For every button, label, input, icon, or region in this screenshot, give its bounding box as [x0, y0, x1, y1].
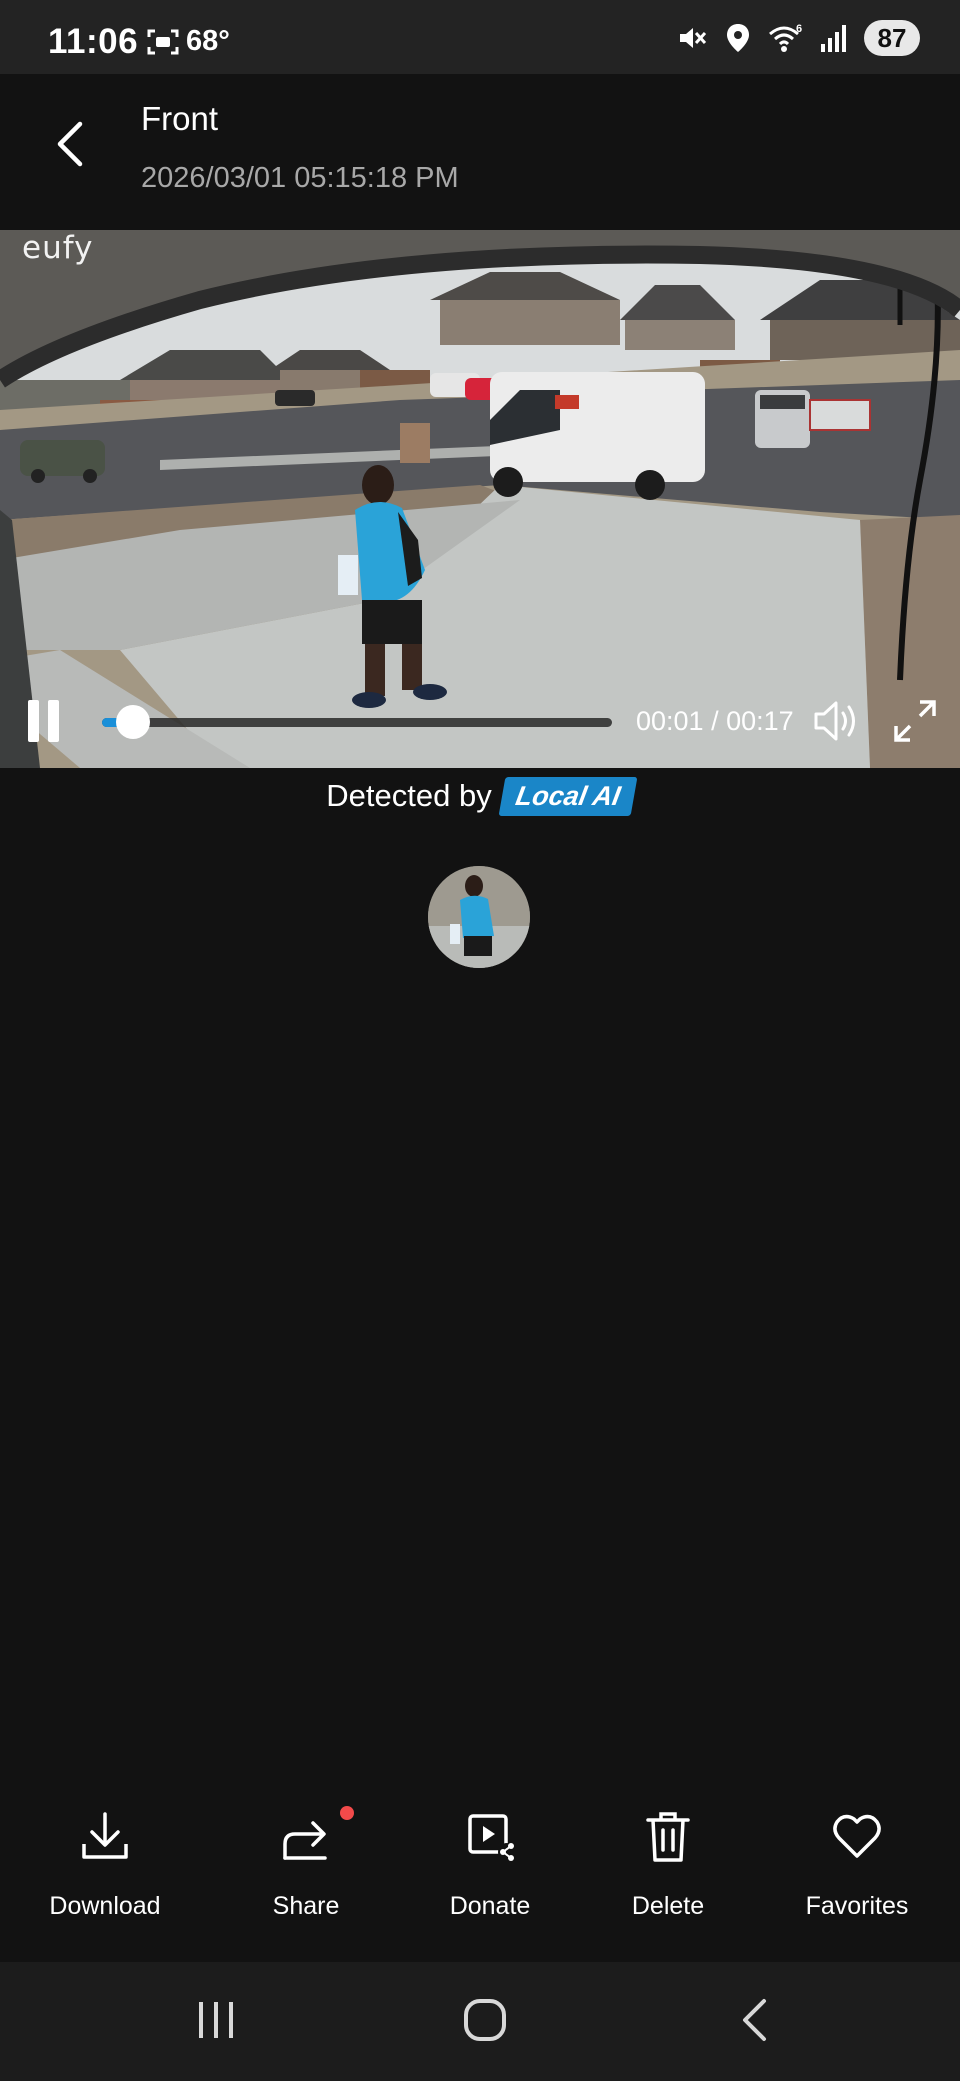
- delete-label: Delete: [631, 1892, 705, 1920]
- person-thumbnail[interactable]: [428, 866, 530, 968]
- video-frame: [0, 230, 960, 768]
- event-timestamp: 2026/03/01 05:15:18 PM: [141, 162, 459, 194]
- page-title: Front: [141, 100, 219, 137]
- favorites-button[interactable]: Favorites: [767, 1810, 947, 1930]
- donate-button[interactable]: Donate: [400, 1810, 580, 1930]
- time-readout: 00:01 / 00:17: [636, 706, 794, 736]
- header: Front 2026/03/01 05:15:18 PM: [0, 74, 960, 230]
- volume-icon[interactable]: [812, 698, 862, 744]
- eufy-watermark: eufy: [22, 230, 94, 266]
- progress-thumb[interactable]: [115, 705, 150, 739]
- notification-dot: [340, 1806, 354, 1820]
- home-icon: [464, 1999, 506, 2041]
- back-icon: [743, 1999, 766, 2041]
- progress-slider[interactable]: [102, 705, 612, 739]
- share-button[interactable]: Share: [216, 1806, 396, 1930]
- chevron-left-icon: [57, 121, 83, 167]
- svg-text:6: 6: [796, 23, 802, 35]
- download-icon: [82, 1812, 128, 1859]
- trash-icon: [646, 1812, 690, 1862]
- status-temperature: 68°: [186, 25, 230, 57]
- recent-apps-button[interactable]: [186, 1990, 246, 2050]
- recent-apps-icon: [199, 2002, 233, 2038]
- favorites-label: Favorites: [805, 1892, 909, 1920]
- screen-record-icon: [147, 29, 179, 55]
- person-snapshot: [428, 866, 530, 968]
- video-player[interactable]: eufy 00:01 / 00:17: [0, 230, 960, 768]
- detected-label: Detected by: [326, 778, 492, 813]
- fullscreen-icon[interactable]: [890, 696, 940, 746]
- location-icon: [727, 24, 749, 52]
- battery-indicator: 87: [864, 20, 920, 56]
- status-bar: 11:06 68° 6 87: [0, 0, 960, 74]
- download-label: Download: [49, 1892, 161, 1920]
- pause-icon: [28, 700, 39, 742]
- back-button[interactable]: [46, 114, 92, 174]
- mute-icon: [680, 28, 707, 48]
- local-ai-badge: Local AI: [498, 776, 638, 816]
- detection-source: Detected by Local AI: [0, 772, 960, 820]
- system-back-button[interactable]: [724, 1990, 784, 2050]
- pause-button[interactable]: [26, 700, 62, 742]
- heart-icon: [833, 1814, 881, 1858]
- status-time: 11:06: [48, 22, 139, 61]
- system-nav-bar: [0, 1962, 960, 2081]
- donate-video-icon: [468, 1814, 515, 1861]
- action-bar: Download Share Donate Delete Favorites: [0, 1800, 960, 1960]
- signal-icon: [821, 25, 846, 52]
- share-label: Share: [272, 1892, 340, 1920]
- delete-button[interactable]: Delete: [578, 1810, 758, 1930]
- home-button[interactable]: [455, 1990, 515, 2050]
- download-button[interactable]: Download: [15, 1810, 195, 1930]
- share-icon: [283, 1821, 327, 1860]
- donate-label: Donate: [449, 1892, 531, 1920]
- wifi-6-icon: 6: [769, 23, 802, 52]
